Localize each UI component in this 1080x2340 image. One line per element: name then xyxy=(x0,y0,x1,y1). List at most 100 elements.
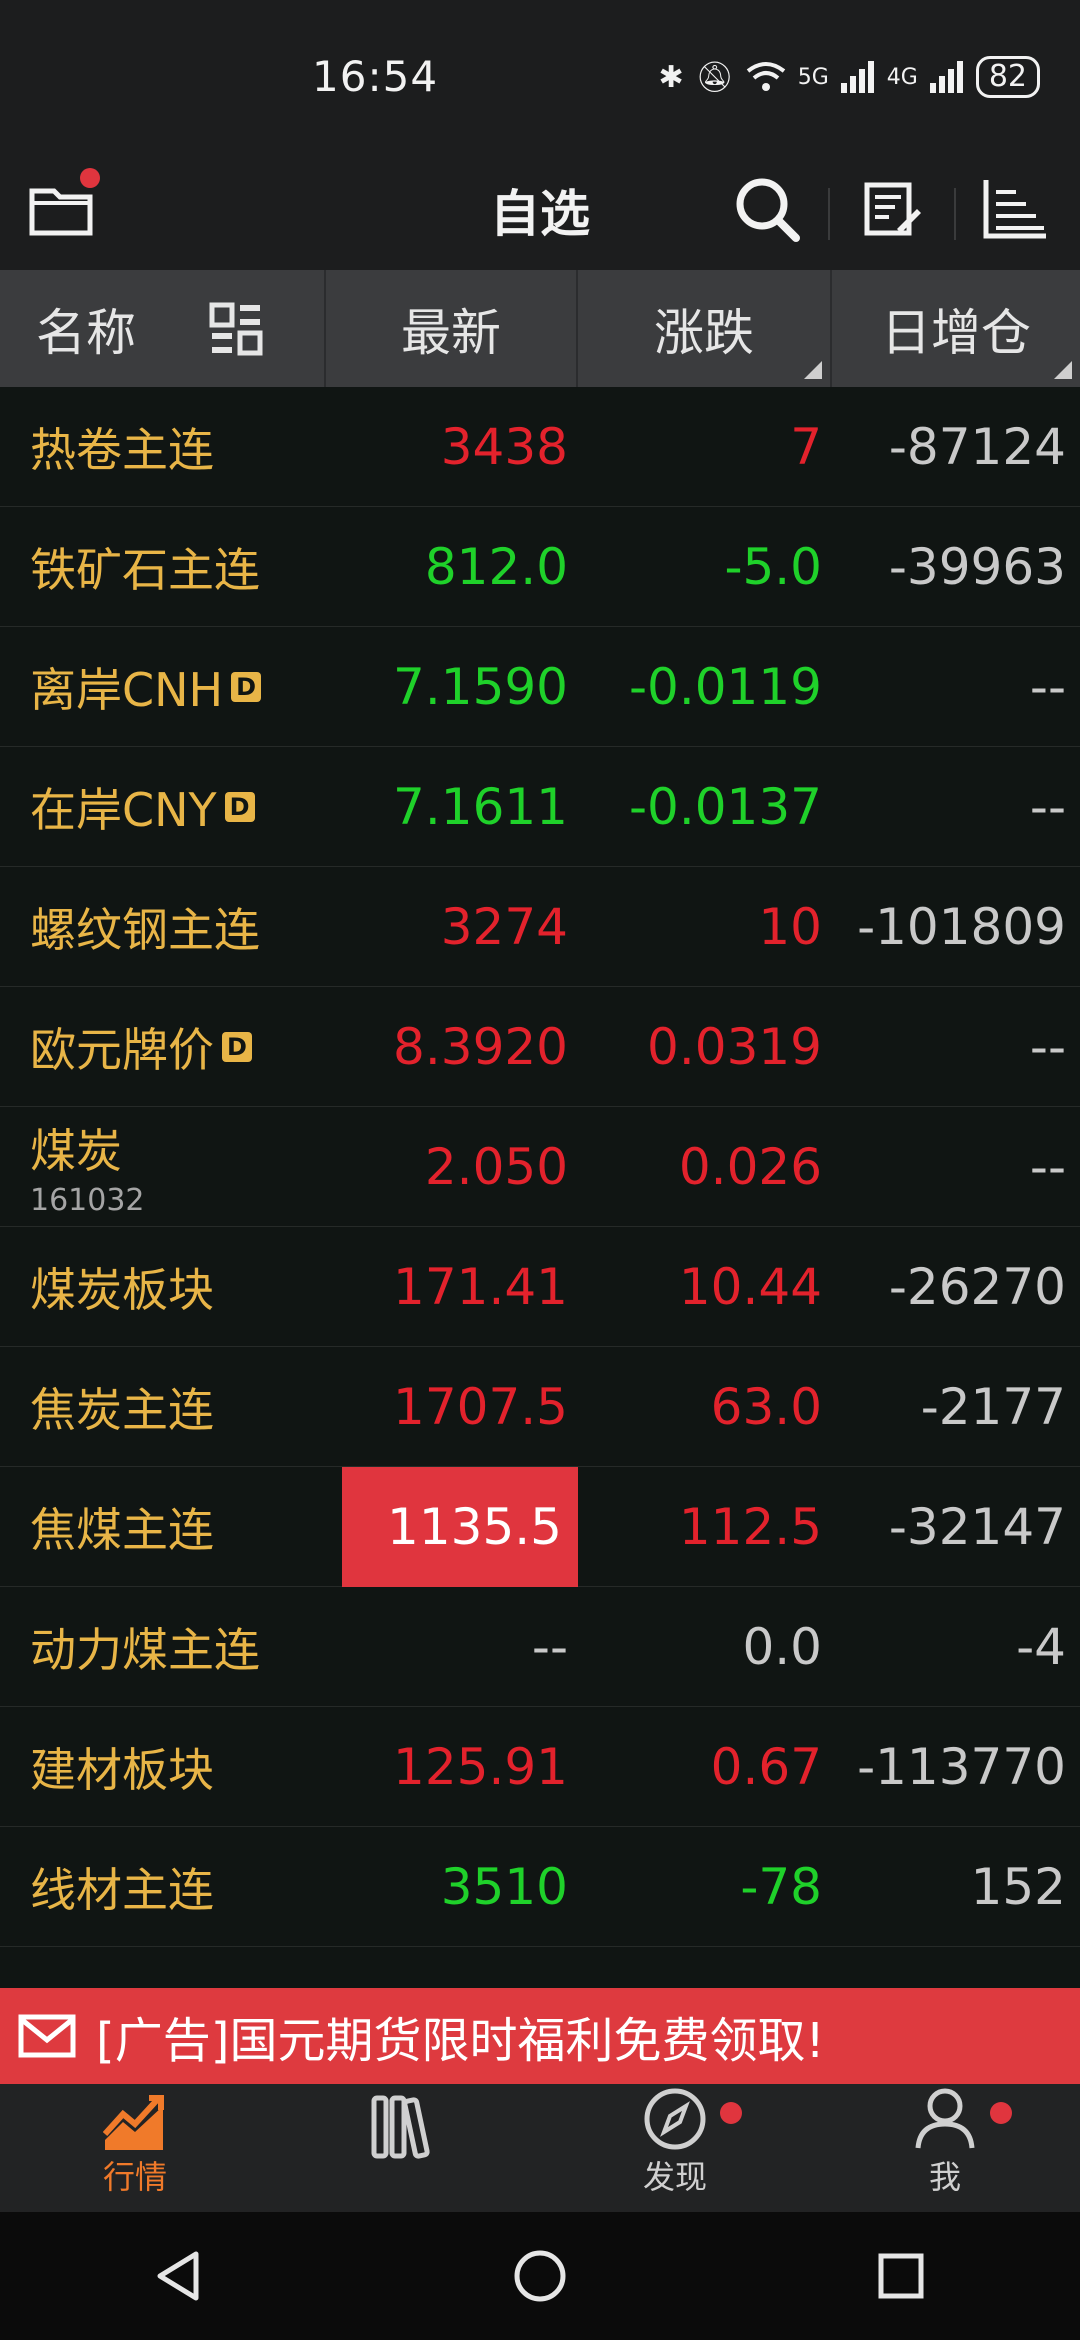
market-chart-icon xyxy=(103,2095,164,2150)
signal-icon-2 xyxy=(929,61,963,93)
header-oi-label: 日增仓 xyxy=(881,303,1031,362)
sort-bars-icon xyxy=(983,180,1046,239)
row-latest: 125.91 xyxy=(393,1737,568,1796)
row-latest: -- xyxy=(531,1617,568,1676)
header-name: 名称 xyxy=(0,270,326,387)
header-name-label: 名称 xyxy=(36,303,136,362)
ad-banner[interactable]: [广告]国元期货限时福利免费领取! xyxy=(0,1988,1080,2084)
edit-list-button[interactable] xyxy=(848,164,938,254)
row-oi: -2177 xyxy=(920,1377,1066,1436)
row-oi: 152 xyxy=(970,1857,1066,1916)
row-change: 10.44 xyxy=(678,1257,822,1316)
table-row[interactable]: 热卷主连 3438 7 -87124 xyxy=(0,387,1080,507)
row-name-text: 在岸CNY xyxy=(30,782,217,837)
row-name: 在岸CNY D xyxy=(0,774,326,840)
table-row[interactable]: 线材主连 3510 -78 152 xyxy=(0,1827,1080,1947)
delayed-badge: D xyxy=(222,1031,252,1062)
bottom-tab-bar: 行情 发现 我 xyxy=(0,2084,1080,2212)
table-row[interactable]: 焦炭主连 1707.5 63.0 -2177 xyxy=(0,1347,1080,1467)
table-row[interactable]: 建材板块 125.91 0.67 -113770 xyxy=(0,1707,1080,1827)
row-oi: -87124 xyxy=(888,417,1066,476)
table-row[interactable]: 在岸CNY D 7.1611 -0.0137 -- xyxy=(0,747,1080,867)
row-name-text: 螺纹钢主连 xyxy=(30,902,260,957)
row-name-text: 煤炭 xyxy=(30,1124,122,1178)
row-change: 7 xyxy=(790,417,822,476)
table-row[interactable]: 煤炭 161032 2.050 0.026 -- xyxy=(0,1107,1080,1227)
row-name-text: 建材板块 xyxy=(30,1742,214,1797)
table-row[interactable]: 螺纹钢主连 3274 10 -101809 xyxy=(0,867,1080,987)
table-row[interactable]: 焦煤主连 1135.5 112.5 -32147 xyxy=(0,1466,1080,1587)
row-name-text: 焦煤主连 xyxy=(30,1502,214,1557)
tab-me[interactable]: 我 xyxy=(810,2084,1080,2212)
row-name-text: 铁矿石主连 xyxy=(30,542,260,597)
header-latest-label: 最新 xyxy=(401,303,501,362)
row-oi: -- xyxy=(1029,1137,1066,1196)
row-latest: 3438 xyxy=(440,417,568,476)
app-bar: 自选 xyxy=(0,150,1080,270)
bluetooth-icon: ✱ xyxy=(658,59,684,95)
row-code: 161032 xyxy=(30,1183,145,1218)
tab-discover[interactable]: 发现 xyxy=(540,2084,810,2212)
status-bar: 16:54 ✱ 🔕︎ 5G 4G 82 xyxy=(0,0,1080,150)
header-change-label: 涨跌 xyxy=(654,303,754,362)
sort-indicator-icon xyxy=(804,361,822,379)
tab-me-label: 我 xyxy=(928,2158,961,2196)
row-latest: 1707.5 xyxy=(393,1377,568,1436)
home-icon[interactable] xyxy=(512,2248,568,2304)
table-row[interactable]: 动力煤主连 -- 0.0 -4 xyxy=(0,1587,1080,1707)
tab-discover-label: 发现 xyxy=(642,2158,707,2196)
row-change: -0.0119 xyxy=(629,657,822,716)
row-change: 0.0 xyxy=(742,1617,822,1676)
tab-market[interactable]: 行情 xyxy=(0,2084,270,2212)
row-change: -5.0 xyxy=(724,537,822,596)
row-name-text: 焦炭主连 xyxy=(30,1382,214,1437)
recents-icon[interactable] xyxy=(876,2251,926,2301)
header-oi-change[interactable]: 日增仓 xyxy=(832,270,1080,387)
row-latest: 3510 xyxy=(440,1857,568,1916)
row-name-text: 欧元牌价 xyxy=(30,1022,214,1077)
header-change[interactable]: 涨跌 xyxy=(578,270,832,387)
signal-icon xyxy=(840,61,874,93)
appbar-divider xyxy=(828,188,830,240)
tab-books[interactable] xyxy=(270,2084,540,2212)
user-icon xyxy=(915,2088,975,2149)
grid-view-icon[interactable] xyxy=(208,301,264,357)
tab-market-label: 行情 xyxy=(102,2158,167,2196)
sort-button[interactable] xyxy=(970,164,1060,254)
status-icons: ✱ 🔕︎ 5G 4G 82 xyxy=(658,56,1040,98)
row-latest: 812.0 xyxy=(424,537,568,596)
notification-dot xyxy=(720,2102,742,2124)
row-change: 63.0 xyxy=(710,1377,822,1436)
status-time: 16:54 xyxy=(312,52,439,101)
row-oi: -101809 xyxy=(857,897,1066,956)
row-name-text: 离岸CNH xyxy=(30,662,224,717)
row-name: 螺纹钢主连 xyxy=(0,894,326,960)
row-change: 0.67 xyxy=(710,1737,822,1796)
signal-5g-label: 5G xyxy=(797,64,829,90)
back-icon[interactable] xyxy=(154,2248,204,2304)
delayed-badge: D xyxy=(231,671,262,702)
row-change: 0.026 xyxy=(678,1137,822,1196)
row-change: 0.0319 xyxy=(647,1017,822,1076)
row-name: 动力煤主连 xyxy=(0,1614,326,1680)
header-latest[interactable]: 最新 xyxy=(326,270,578,387)
row-change: 10 xyxy=(758,897,822,956)
appbar-divider-2 xyxy=(954,188,956,240)
row-latest: 2.050 xyxy=(424,1137,568,1196)
row-oi: -26270 xyxy=(888,1257,1066,1316)
mute-icon: 🔕︎ xyxy=(695,59,734,95)
wifi-icon xyxy=(746,62,785,91)
row-name: 煤炭 161032 xyxy=(0,1115,326,1218)
column-header: 名称 最新 涨跌 日增仓 xyxy=(0,270,1080,387)
search-button[interactable] xyxy=(722,164,812,254)
row-name: 煤炭板块 xyxy=(0,1254,326,1320)
row-oi: -- xyxy=(1029,657,1066,716)
delayed-badge: D xyxy=(224,791,255,822)
table-row[interactable]: 欧元牌价 D 8.3920 0.0319 -- xyxy=(0,987,1080,1107)
sort-indicator-icon xyxy=(1054,361,1072,379)
row-name: 铁矿石主连 xyxy=(0,534,326,600)
table-row[interactable]: 离岸CNH D 7.1590 -0.0119 -- xyxy=(0,627,1080,747)
table-row[interactable]: 煤炭板块 171.41 10.44 -26270 xyxy=(0,1227,1080,1347)
row-name: 欧元牌价 D xyxy=(0,1014,326,1080)
table-row[interactable]: 铁矿石主连 812.0 -5.0 -39963 xyxy=(0,507,1080,627)
